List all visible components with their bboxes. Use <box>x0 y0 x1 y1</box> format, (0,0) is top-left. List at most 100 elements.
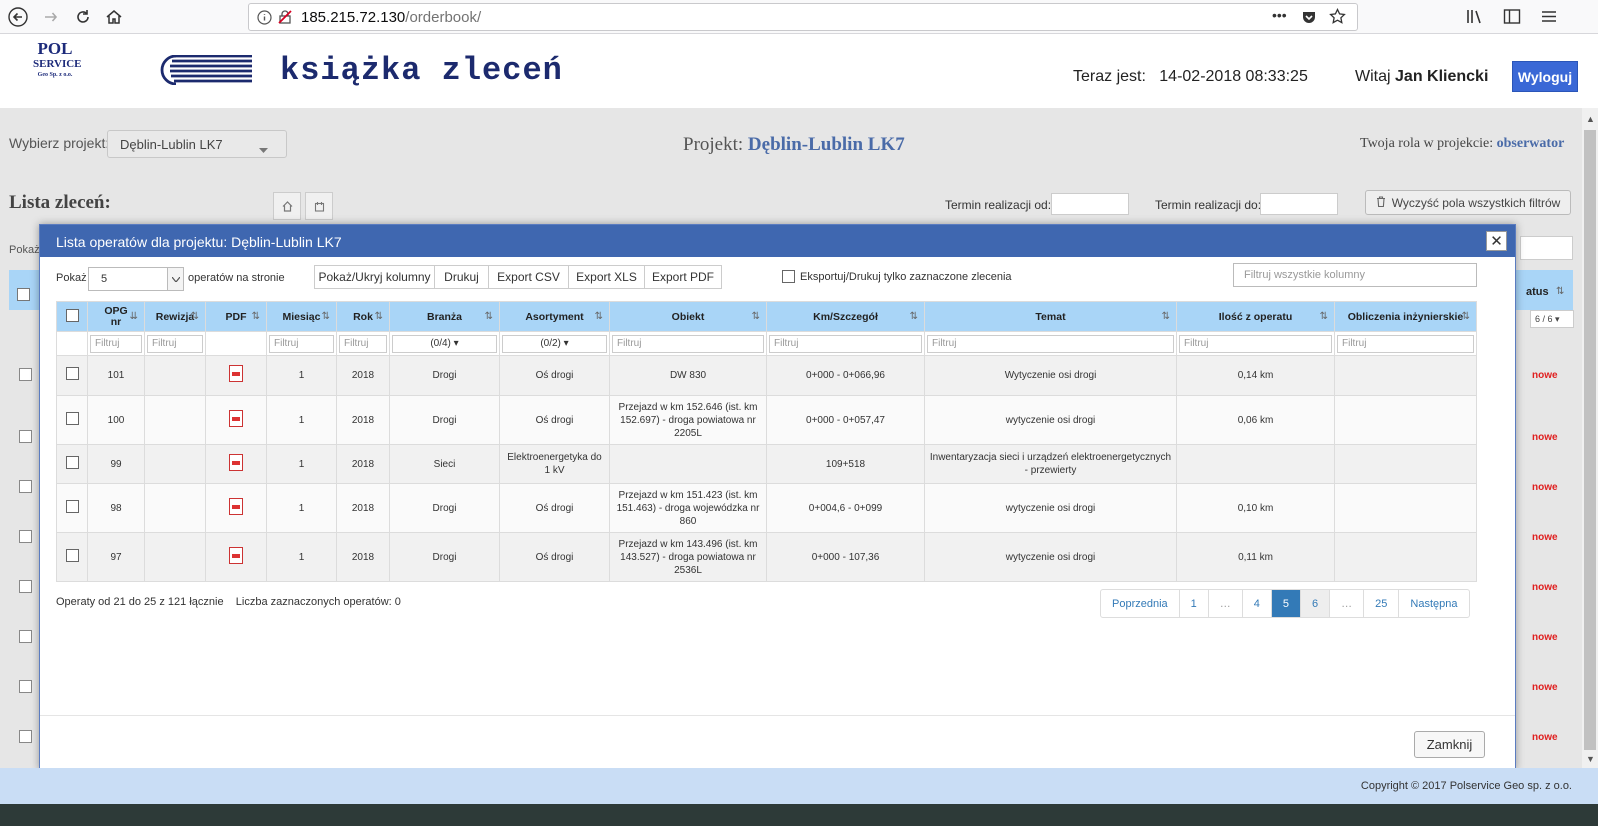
insecure-lock-icon[interactable] <box>277 9 293 28</box>
column-header-ilosc[interactable]: Ilość z operatu ⇅ <box>1176 301 1335 332</box>
pdf-icon[interactable] <box>229 546 243 564</box>
close-modal-button[interactable]: Zamknij <box>1414 731 1485 758</box>
filter-branza-select[interactable]: (0/4) ▾ <box>392 334 497 353</box>
home-filter-icon[interactable] <box>273 192 301 220</box>
select-all-checkbox[interactable] <box>65 308 79 322</box>
table-row[interactable]: 100 1 2018 Drogi Oś drogi Przejazd w km … <box>56 395 1477 445</box>
order-row-checkbox[interactable] <box>19 480 32 493</box>
column-header-km[interactable]: Km/Szczegół ⇅ <box>766 301 925 332</box>
reload-icon[interactable] <box>70 4 96 30</box>
filter-km-input[interactable]: Filtruj <box>769 334 922 353</box>
bookmark-star-icon[interactable] <box>1329 7 1346 28</box>
filter-obliczenia-input[interactable]: Filtruj <box>1337 334 1474 353</box>
pagination-page[interactable]: 25 <box>1364 590 1400 617</box>
filter-rewizja-input[interactable]: Filtruj <box>147 334 203 353</box>
sort-icon[interactable]: ⇅ <box>1556 286 1564 297</box>
pdf-icon[interactable] <box>229 497 243 515</box>
pagination-next[interactable]: Następna <box>1399 590 1468 617</box>
pagination-ellipsis: … <box>1330 590 1365 617</box>
clear-filters-button[interactable]: Wyczyść pola wszystkich filtrów <box>1365 190 1571 215</box>
table-row[interactable]: 97 1 2018 Drogi Oś drogi Przejazd w km 1… <box>56 532 1477 582</box>
pagination-page[interactable]: 4 <box>1243 590 1272 617</box>
info-icon[interactable] <box>257 10 272 28</box>
back-icon[interactable] <box>5 4 31 30</box>
sidebar-icon[interactable] <box>1503 8 1521 28</box>
row-checkbox[interactable] <box>65 499 79 513</box>
order-row-checkbox[interactable] <box>19 580 32 593</box>
export-csv-button[interactable]: Export CSV <box>489 265 569 289</box>
filter-rok-input[interactable]: Filtruj <box>339 334 387 353</box>
forward-icon[interactable] <box>38 4 64 30</box>
column-header-rewizja[interactable]: Rewizja ⇅ <box>144 301 206 332</box>
print-button[interactable]: Drukuj <box>435 265 489 289</box>
column-header-miesiac[interactable]: Miesiąc ⇅ <box>266 301 337 332</box>
table-row[interactable]: 101 1 2018 Drogi Oś drogi DW 830 0+000 -… <box>56 355 1477 396</box>
column-header-branza[interactable]: Branża ⇅ <box>389 301 500 332</box>
url-bar[interactable]: 185.215.72.130/orderbook/ ••• <box>248 3 1358 31</box>
project-select[interactable]: Dęblin-Lublin LK7 <box>107 130 287 158</box>
column-header-rok[interactable]: Rok ⇅ <box>336 301 390 332</box>
export-xls-button[interactable]: Export XLS <box>569 265 645 289</box>
pagination-page-active[interactable]: 5 <box>1271 590 1302 617</box>
column-header-obliczenia[interactable]: Obliczenia inżynierskie ⇅ <box>1334 301 1477 332</box>
page-size-select[interactable]: 5 <box>88 267 184 291</box>
pagination-page[interactable]: 6 <box>1301 590 1331 617</box>
orders-status-filter[interactable]: 6 / 6 ▾ <box>1530 310 1574 328</box>
pdf-icon[interactable] <box>229 365 243 382</box>
sort-icon: ⇅ <box>251 311 260 322</box>
cell-opg: 99 <box>87 444 145 484</box>
order-row-checkbox[interactable] <box>19 730 32 743</box>
scrollbar-thumb[interactable] <box>1584 130 1596 750</box>
column-header-obiekt[interactable]: Obiekt ⇅ <box>609 301 767 332</box>
order-row-checkbox[interactable] <box>19 430 32 443</box>
orders-select-all-checkbox[interactable] <box>17 288 30 301</box>
pocket-icon[interactable] <box>1301 9 1317 28</box>
filter-asortyment-select[interactable]: (0/2) ▾ <box>502 334 607 353</box>
order-row-checkbox[interactable] <box>19 530 32 543</box>
scroll-down-icon[interactable]: ▼ <box>1586 754 1595 764</box>
pdf-icon[interactable] <box>229 409 243 427</box>
order-row-checkbox[interactable] <box>19 680 32 693</box>
only-selected-checkbox[interactable] <box>782 270 795 283</box>
more-icon[interactable]: ••• <box>1272 7 1287 23</box>
close-icon[interactable]: ✕ <box>1486 231 1507 251</box>
order-row-checkbox[interactable] <box>19 630 32 643</box>
column-header-pdf[interactable]: PDF ⇅ <box>205 301 267 332</box>
row-checkbox[interactable] <box>65 455 79 469</box>
filter-obiekt-input[interactable]: Filtruj <box>612 334 764 353</box>
home-icon[interactable] <box>101 4 127 30</box>
column-header-temat[interactable]: Temat ⇅ <box>924 301 1177 332</box>
row-checkbox[interactable] <box>65 367 79 380</box>
cell-rewizja <box>144 532 206 582</box>
row-checkbox[interactable] <box>65 548 79 562</box>
column-header-asortyment[interactable]: Asortyment ⇅ <box>499 301 610 332</box>
scroll-up-icon[interactable]: ▲ <box>1586 114 1595 124</box>
page-scrollbar[interactable]: ▲ ▼ <box>1582 108 1598 768</box>
row-checkbox[interactable] <box>65 411 79 425</box>
orders-search-input[interactable] <box>1520 236 1573 260</box>
table-row[interactable]: 99 1 2018 Sieci Elektroenergetyka do 1 k… <box>56 444 1477 484</box>
filter-temat-input[interactable]: Filtruj <box>927 334 1174 353</box>
global-filter-input[interactable]: Filtruj wszystkie kolumny <box>1233 263 1477 287</box>
pagination-previous[interactable]: Poprzednia <box>1101 590 1180 617</box>
logout-button[interactable]: Wyloguj <box>1512 61 1578 92</box>
table-header-row: OPG nr ⇊ Rewizja ⇅ PDF ⇅ Miesiąc ⇅ Rok ⇅ Bran… <box>56 301 1477 332</box>
pagination-page[interactable]: 1 <box>1180 590 1209 617</box>
table-row[interactable]: 98 1 2018 Drogi Oś drogi Przejazd w km 1… <box>56 483 1477 533</box>
column-header-opg[interactable]: OPG nr ⇊ <box>87 301 145 332</box>
date-from-input[interactable] <box>1051 193 1129 215</box>
export-pdf-button[interactable]: Export PDF <box>645 265 722 289</box>
filter-ilosc-input[interactable]: Filtruj <box>1179 334 1332 353</box>
pdf-icon[interactable] <box>229 453 243 471</box>
toggle-columns-button[interactable]: Pokaż/Ukryj kolumny <box>314 265 435 289</box>
date-to-input[interactable] <box>1260 193 1338 215</box>
cell-obliczenia <box>1334 355 1477 396</box>
library-icon[interactable] <box>1466 8 1484 28</box>
menu-icon[interactable] <box>1540 8 1558 28</box>
chevron-down-icon <box>259 141 268 156</box>
order-row-checkbox[interactable] <box>19 368 32 381</box>
filter-opg-input[interactable]: Filtruj <box>90 334 142 353</box>
calendar-icon[interactable] <box>305 192 333 220</box>
filter-miesiac-input[interactable]: Filtruj <box>269 334 334 353</box>
operators-modal: Lista operatów dla projektu: Dęblin-Lubl… <box>39 224 1516 770</box>
